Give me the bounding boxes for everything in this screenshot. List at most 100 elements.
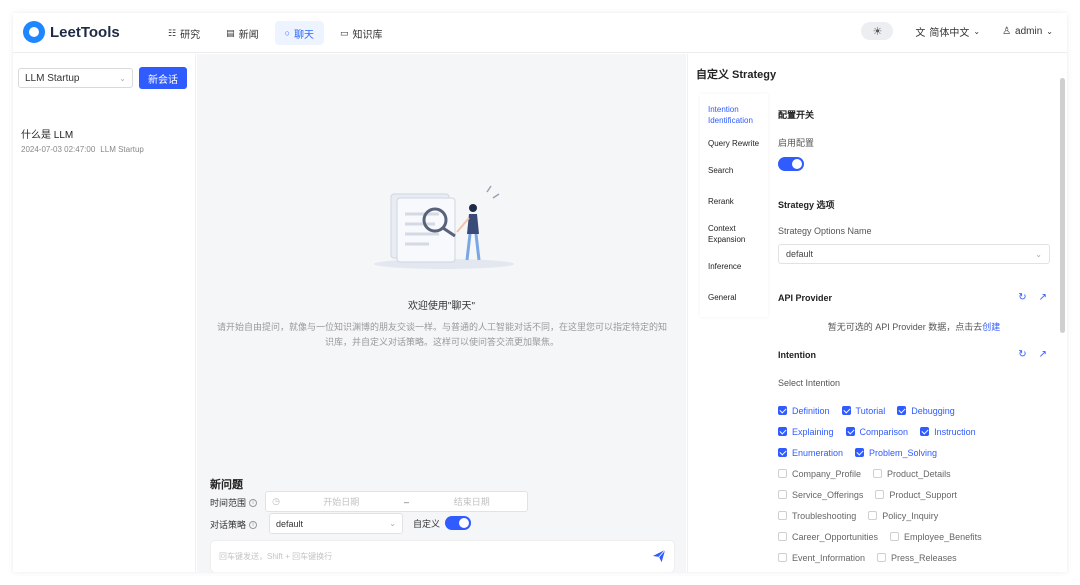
intention-row: Troubleshooting Policy_Inquiry [778, 505, 1050, 526]
checkbox-empty-icon [778, 553, 787, 562]
clock-icon: ◷ [272, 496, 280, 506]
knowledge-base-select-value: LLM Startup [25, 72, 80, 84]
end-date-input[interactable]: 结束日期 [417, 495, 528, 508]
strategy-options-select[interactable]: default ⌄ [778, 244, 1050, 264]
intention-checkbox[interactable]: Debugging [897, 406, 955, 416]
intention-label: Event_Information [792, 552, 866, 563]
language-label: 简体中文 [929, 27, 970, 39]
intention-checkbox[interactable]: Explaining [778, 427, 834, 437]
welcome-title: 欢迎使用"聊天" [407, 301, 476, 312]
intention-row: Explaining Comparison Instruction [778, 421, 1050, 442]
new-question-heading: 新问题 [210, 479, 243, 491]
user-icon: ♙ [1002, 25, 1012, 37]
intention-title: Intention [778, 350, 816, 360]
external-link-icon[interactable]: ↗ [1039, 349, 1047, 360]
external-link-icon[interactable]: ↗ [1039, 292, 1047, 303]
nav-research-label: 研究 [180, 29, 201, 41]
intention-checkbox[interactable]: Instruction [920, 427, 976, 437]
enable-config-toggle[interactable] [778, 157, 804, 171]
intention-checkbox[interactable]: Tutorial [841, 406, 885, 416]
translate-icon: 文 [915, 27, 926, 39]
intention-checkbox[interactable]: Problem_Solving [855, 448, 937, 458]
message-input[interactable]: 回车键发送，Shift + 回车键换行 [210, 540, 675, 572]
user-name: admin [1015, 25, 1043, 37]
tab-search[interactable]: Search [700, 155, 768, 186]
conversation-kb: LLM Startup [100, 145, 144, 154]
research-icon: ☷ [168, 27, 177, 38]
nav-chat-label: 聊天 [294, 29, 315, 41]
intention-checkbox[interactable]: Employee_Benefits [890, 532, 982, 542]
conversation-timestamp: 2024-07-03 02:47:00 [21, 145, 96, 154]
language-switch[interactable]: 文 简体中文 ⌄ [915, 24, 980, 39]
refresh-icon[interactable]: ↻ [1018, 349, 1026, 360]
info-icon[interactable]: i [249, 498, 258, 507]
checkbox-empty-icon [778, 532, 787, 541]
checkbox-checked-icon [920, 427, 930, 436]
tab-rerank[interactable]: Rerank [700, 186, 768, 217]
custom-strategy-toggle[interactable] [445, 516, 471, 530]
intention-checkbox[interactable]: Definition [778, 406, 830, 416]
nav-knowledge-base[interactable]: ▭ 知识库 [330, 21, 393, 45]
intention-checkbox[interactable]: Enumeration [778, 448, 843, 458]
intention-checkbox[interactable]: Event_Information [778, 553, 865, 563]
intention-checkbox-group: Definition Tutorial Debugging Explaining Com… [778, 400, 1050, 572]
intention-label: Service_Offerings [792, 489, 864, 500]
strategy-select[interactable]: default ⌄ [269, 513, 403, 534]
user-menu[interactable]: ♙ admin ⌄ [1002, 26, 1053, 37]
nav-chat[interactable]: ○ 聊天 [274, 21, 325, 45]
strategy-label: 对话策略 [210, 520, 247, 530]
intention-label: Product_Support [889, 489, 957, 500]
logo[interactable]: LeetTools [23, 21, 120, 43]
message-input-placeholder: 回车键发送，Shift + 回车键换行 [219, 552, 333, 561]
intention-checkbox[interactable]: Press_Releases [877, 553, 957, 563]
date-range-picker[interactable]: ◷ 开始日期 – 结束日期 [265, 491, 528, 512]
strategy-options-name-label: Strategy Options Name [778, 226, 872, 236]
intention-checkbox[interactable]: Troubleshooting [778, 511, 856, 521]
intention-label: Explaining [792, 426, 834, 437]
api-provider-actions: ↻ ↗ [1018, 292, 1047, 303]
tab-context-expansion[interactable]: Context Expansion [700, 217, 768, 251]
refresh-icon[interactable]: ↻ [1018, 292, 1026, 303]
select-intention-label: Select Intention [778, 378, 841, 388]
create-provider-link[interactable]: 创建 [982, 322, 1000, 332]
panel-scrollbar[interactable] [1060, 78, 1065, 333]
nav-research[interactable]: ☷ 研究 [158, 21, 210, 45]
strategy-panel-title: 自定义 Strategy [696, 69, 777, 81]
chat-main: 欢迎使用"聊天" 请开始自由提问，就像与一位知识渊博的朋友交谈一样。与普通的人工… [197, 54, 686, 572]
nav-news[interactable]: ▤ 新闻 [216, 21, 269, 45]
theme-toggle[interactable]: ☀ [861, 22, 894, 40]
tab-query-rewrite[interactable]: Query Rewrite [700, 132, 768, 155]
intention-row: 一般安全规程问答风险情况及建议 [778, 568, 1050, 572]
checkbox-empty-icon [875, 490, 885, 499]
intention-checkbox[interactable]: Product_Details [873, 469, 951, 479]
tab-inference[interactable]: Inference [700, 251, 768, 282]
start-date-input[interactable]: 开始日期 [286, 495, 397, 508]
tab-intention-identification[interactable]: Intention Identification [700, 98, 768, 132]
intention-row: Event_Information Press_Releases [778, 547, 1050, 568]
header-actions: ☀ 文 简体中文 ⌄ ♙ admin ⌄ [861, 22, 1053, 40]
knowledge-base-select[interactable]: LLM Startup ⌄ [18, 68, 133, 88]
intention-checkbox[interactable]: Service_Offerings [778, 490, 863, 500]
intention-checkbox[interactable]: Company_Profile [778, 469, 861, 479]
logo-text: LeetTools [50, 23, 120, 41]
tab-general[interactable]: General [700, 282, 768, 313]
logo-icon [23, 21, 45, 43]
intention-checkbox[interactable]: Product_Support [875, 490, 957, 500]
intention-actions: ↻ ↗ [1018, 349, 1047, 360]
intention-checkbox[interactable]: Policy_Inquiry [868, 511, 938, 521]
api-provider-title: API Provider [778, 293, 833, 303]
info-icon[interactable]: i [249, 520, 258, 529]
conversation-item[interactable]: 什么是 LLM 2024-07-03 02:47:00 LLM Startup [21, 126, 144, 154]
strategy-content: 配置开关 启用配置 Strategy 选项 Strategy Options N… [778, 94, 1051, 572]
send-icon[interactable] [652, 549, 666, 563]
sun-icon: ☀ [872, 25, 883, 38]
intention-checkbox[interactable]: Comparison [845, 427, 908, 437]
knowledge-base-icon: ▭ [340, 27, 349, 38]
new-chat-button[interactable]: 新会话 [139, 67, 187, 89]
news-icon: ▤ [226, 27, 235, 38]
checkbox-checked-icon [778, 427, 787, 436]
intention-label: Employee_Benefits [904, 531, 982, 542]
chevron-down-icon: ⌄ [973, 26, 981, 36]
strategy-label-group: 对话策略 i [210, 518, 258, 531]
intention-checkbox[interactable]: Career_Opportunities [778, 532, 878, 542]
